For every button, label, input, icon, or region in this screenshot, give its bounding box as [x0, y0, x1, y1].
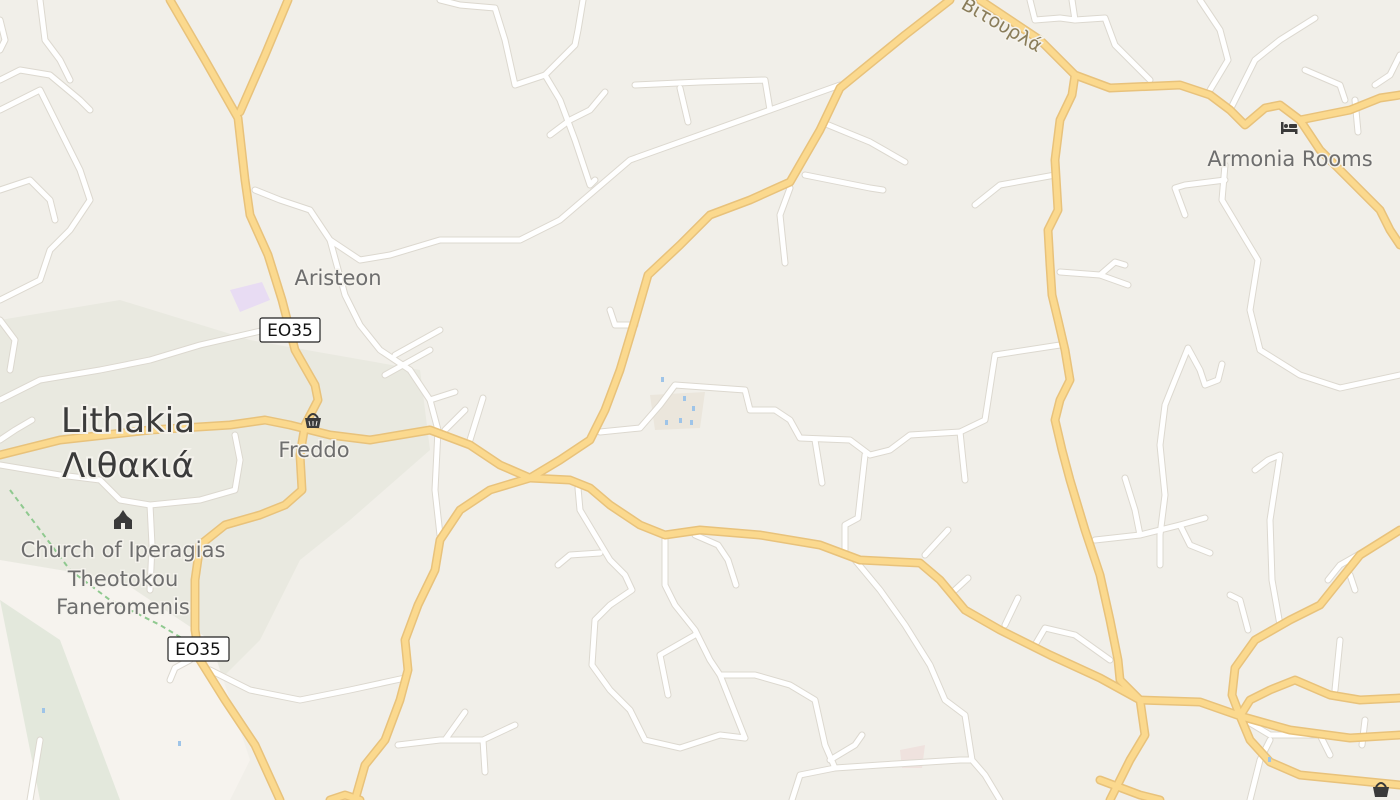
town-label-greek: Λιθακιά: [62, 446, 194, 486]
road-shield-eo35-south: EO35: [167, 636, 230, 662]
poi-church-label-line3: Faneromenis: [56, 595, 190, 619]
map-canvas[interactable]: Βιτουρλά Lithakia Λιθακιά Aristeon Fredd…: [0, 0, 1400, 800]
poi-church-label-line1: Church of Iperagias: [21, 538, 226, 562]
poi-church-label-line2: Theotokou: [67, 567, 179, 591]
poi-armonia-rooms-label: Armonia Rooms: [1207, 147, 1372, 171]
poi-aristeon[interactable]: Aristeon: [293, 265, 383, 292]
poi-aristeon-label: Aristeon: [294, 266, 381, 290]
town-label-latin: Lithakia: [61, 401, 195, 441]
road-shield-label: EO35: [175, 640, 221, 660]
road-shield-label: EO35: [267, 321, 313, 341]
poi-freddo-label: Freddo: [278, 438, 349, 462]
road-shield-eo35-north: EO35: [259, 317, 321, 343]
